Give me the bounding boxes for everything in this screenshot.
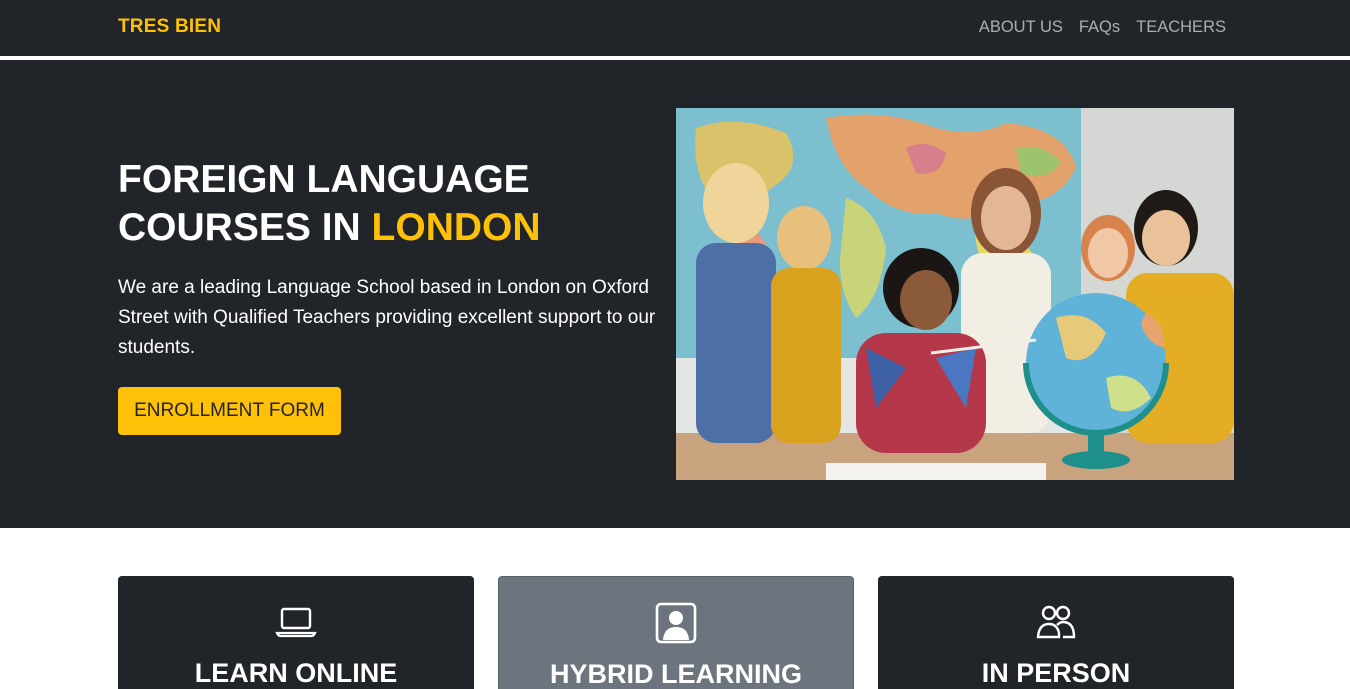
person-badge-icon xyxy=(655,602,697,644)
brand-logo[interactable]: TRES BIEN xyxy=(118,16,221,38)
laptop-icon xyxy=(275,607,317,638)
hero-title-line2: COURSES IN xyxy=(118,206,372,249)
navbar: TRES BIEN ABOUT US FAQs TEACHERS xyxy=(0,0,1350,56)
hero-title: FOREIGN LANGUAGE COURSES IN LONDON xyxy=(118,156,638,252)
hero-description: We are a leading Language School based i… xyxy=(118,277,656,358)
nav-links: ABOUT US FAQs TEACHERS xyxy=(979,18,1226,37)
hero-title-accent: LONDON xyxy=(371,206,541,249)
hero-section: FOREIGN LANGUAGE COURSES IN LONDON We ar… xyxy=(0,60,1350,528)
card-title: LEARN ONLINE xyxy=(194,658,398,688)
card-learn-online: LEARN ONLINE xyxy=(118,576,474,689)
card-hybrid-learning: HYBRID LEARNING xyxy=(498,576,854,689)
nav-link-about-us[interactable]: ABOUT US xyxy=(979,18,1063,37)
people-icon xyxy=(1036,605,1076,639)
nav-link-teachers[interactable]: TEACHERS xyxy=(1136,18,1226,37)
card-title: HYBRID LEARNING xyxy=(549,659,802,689)
card-title: IN PERSON xyxy=(981,658,1131,688)
nav-link-faqs[interactable]: FAQs xyxy=(1079,18,1120,37)
hero-image xyxy=(676,108,1234,480)
hero-title-line1: FOREIGN LANGUAGE xyxy=(118,158,530,201)
card-in-person: IN PERSON xyxy=(878,576,1234,689)
enrollment-form-button[interactable]: ENROLLMENT FORM xyxy=(118,387,341,435)
